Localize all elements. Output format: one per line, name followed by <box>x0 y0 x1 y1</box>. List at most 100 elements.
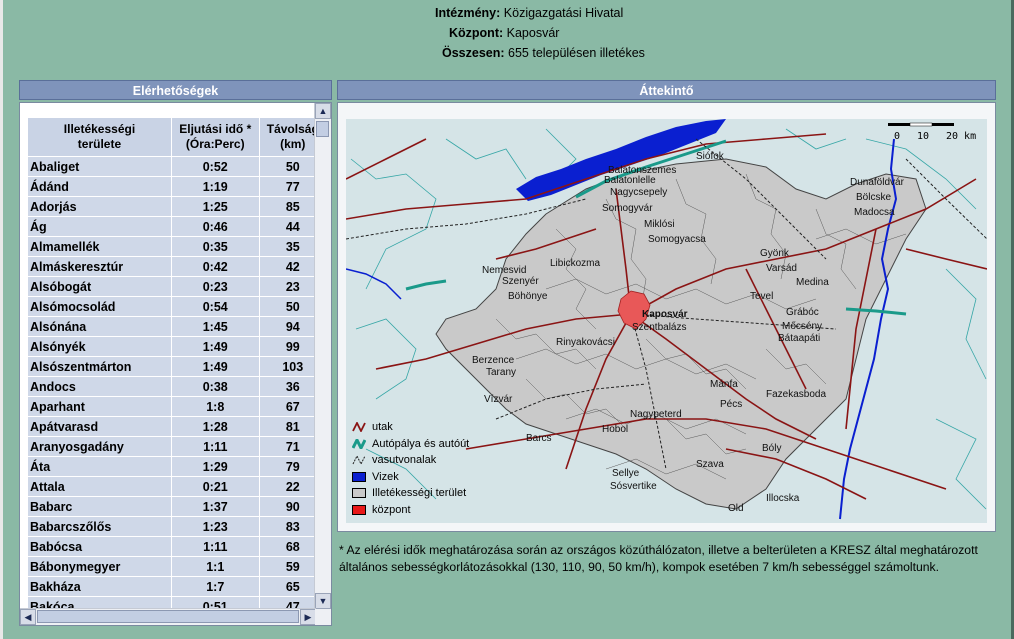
place-label: Libickozma <box>550 258 600 269</box>
scale-bar-segment-1 <box>888 123 910 126</box>
table-row[interactable]: Apátvarasd 1:28 81 <box>28 417 314 436</box>
cell-name: Almamellék <box>28 237 171 256</box>
table-row[interactable]: Abaliget 0:52 50 <box>28 157 314 176</box>
place-label: Old <box>728 503 744 514</box>
table-row[interactable]: Attala 0:21 22 <box>28 477 314 496</box>
place-label: Mőcsény <box>782 321 822 332</box>
legend-item-railways: vasutvonalak <box>352 452 469 469</box>
center-row: Központ: Kaposvár <box>449 26 559 40</box>
place-label: Vízvár <box>484 394 513 405</box>
column-header-territory[interactable]: Illetékességi területe <box>28 118 171 156</box>
institution-label: Intézmény: <box>435 6 501 20</box>
column-header-travel-time[interactable]: Eljutási idő * (Óra:Perc) <box>171 118 259 156</box>
scroll-up-button[interactable]: ▲ <box>315 103 331 119</box>
cell-time: 1:28 <box>171 417 259 436</box>
contacts-panel: Illetékességi területe Eljutási idő * (Óra… <box>19 102 332 626</box>
scale-label-10: 10 <box>917 131 929 142</box>
scroll-right-button[interactable]: ▶ <box>300 609 316 625</box>
cell-dist: 103 <box>259 357 314 376</box>
table-row[interactable]: Áta 1:29 79 <box>28 457 314 476</box>
cell-name: Ág <box>28 217 171 236</box>
legend-item-center: központ <box>352 502 469 519</box>
table-row[interactable]: Aranyosgadány 1:11 71 <box>28 437 314 456</box>
settlement-table-viewport[interactable]: Illetékességi területe Eljutási idő * (Óra… <box>27 117 314 611</box>
total-label: Összesen: <box>442 46 505 60</box>
column-header-distance-text: Távolság (km) <box>266 122 314 151</box>
legend-item-waters: Vizek <box>352 469 469 486</box>
cell-name: Abaliget <box>28 157 171 176</box>
cell-time: 0:23 <box>171 277 259 296</box>
table-row[interactable]: Adorjás 1:25 85 <box>28 197 314 216</box>
place-label: Berzence <box>472 355 515 366</box>
cell-time: 1:19 <box>171 177 259 196</box>
table-row[interactable]: Alsómocsolád 0:54 50 <box>28 297 314 316</box>
cell-name: Ádánd <box>28 177 171 196</box>
table-row[interactable]: Babarcszőlős 1:23 83 <box>28 517 314 536</box>
cell-dist: 44 <box>259 217 314 236</box>
cell-time: 1:49 <box>171 337 259 356</box>
cell-time: 0:21 <box>171 477 259 496</box>
cell-time: 1:23 <box>171 517 259 536</box>
table-row[interactable]: Babarc 1:37 90 <box>28 497 314 516</box>
horizontal-scroll-thumb[interactable] <box>37 610 299 623</box>
cell-name: Andocs <box>28 377 171 396</box>
cell-dist: 22 <box>259 477 314 496</box>
cell-time: 0:35 <box>171 237 259 256</box>
place-label: Tarany <box>486 367 516 378</box>
column-header-distance[interactable]: Távolság (km) <box>259 118 314 156</box>
scroll-down-button[interactable]: ▼ <box>315 593 331 609</box>
cell-name: Almáskeresztúr <box>28 257 171 276</box>
table-row[interactable]: Andocs 0:38 36 <box>28 377 314 396</box>
scale-label-0: 0 <box>894 131 900 142</box>
vertical-scroll-thumb[interactable] <box>316 121 329 137</box>
center-value: Kaposvár <box>506 26 560 40</box>
place-label: Bóly <box>762 443 781 454</box>
cell-dist: 36 <box>259 377 314 396</box>
table-row[interactable]: Ádánd 1:19 77 <box>28 177 314 196</box>
cell-time: 0:38 <box>171 377 259 396</box>
table-row[interactable]: Bábonymegyer 1:1 59 <box>28 557 314 576</box>
legend-motorway-icon <box>352 438 366 449</box>
cell-time: 1:45 <box>171 317 259 336</box>
cell-name: Bábonymegyer <box>28 557 171 576</box>
table-row[interactable]: Alsónána 1:45 94 <box>28 317 314 336</box>
legend-item-roads: utak <box>352 419 469 436</box>
table-row[interactable]: Alsóbogát 0:23 23 <box>28 277 314 296</box>
cell-dist: 59 <box>259 557 314 576</box>
cell-name: Áta <box>28 457 171 476</box>
cell-name: Aranyosgadány <box>28 437 171 456</box>
cell-time: 1:11 <box>171 437 259 456</box>
place-label: Sellye <box>612 468 640 479</box>
place-label: Nemesvid <box>482 265 526 276</box>
place-label: Rinyakovácsi <box>556 337 615 348</box>
cell-time: 0:52 <box>171 157 259 176</box>
legend-item-motorway: Autópálya és autóút <box>352 436 469 453</box>
legend-label-center: központ <box>372 503 411 516</box>
cell-dist: 68 <box>259 537 314 556</box>
settlement-table: Illetékességi területe Eljutási idő * (Óra… <box>27 117 314 611</box>
cell-dist: 42 <box>259 257 314 276</box>
cell-time: 1:1 <box>171 557 259 576</box>
cell-time: 1:8 <box>171 397 259 416</box>
overview-map[interactable]: 0 10 20 km Siófok Balatonszemes Balatonlel… <box>346 119 987 523</box>
cell-time: 1:11 <box>171 537 259 556</box>
place-label: Bölcske <box>856 192 891 203</box>
table-row[interactable]: Bakháza 1:7 65 <box>28 577 314 596</box>
scroll-left-button[interactable]: ◀ <box>20 609 36 625</box>
cell-name: Alsónyék <box>28 337 171 356</box>
table-row[interactable]: Aparhant 1:8 67 <box>28 397 314 416</box>
horizontal-scrollbar[interactable]: ◀ ▶ <box>20 608 316 625</box>
table-row[interactable]: Almáskeresztúr 0:42 42 <box>28 257 314 276</box>
place-label: Madocsa <box>854 207 895 218</box>
cell-dist: 79 <box>259 457 314 476</box>
table-row[interactable]: Almamellék 0:35 35 <box>28 237 314 256</box>
place-label: Somogyvár <box>602 203 653 214</box>
place-label: Bátaapáti <box>778 333 820 344</box>
place-label: Mánfa <box>710 379 738 390</box>
table-row[interactable]: Alsószentmárton 1:49 103 <box>28 357 314 376</box>
vertical-scrollbar[interactable]: ▲ ▼ <box>314 103 331 609</box>
table-row[interactable]: Alsónyék 1:49 99 <box>28 337 314 356</box>
table-row[interactable]: Babócsa 1:11 68 <box>28 537 314 556</box>
table-row[interactable]: Ág 0:46 44 <box>28 217 314 236</box>
legend-railway-icon <box>352 455 366 466</box>
